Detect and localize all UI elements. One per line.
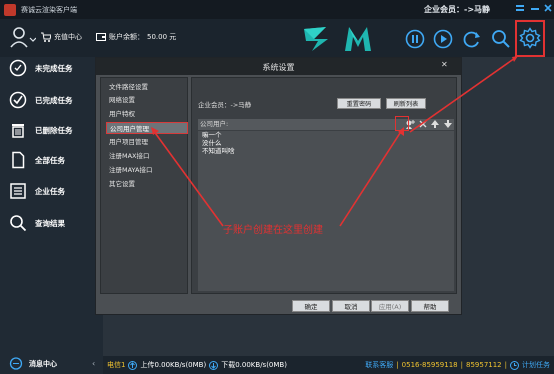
annotation-arrows bbox=[151, 56, 518, 227]
arrowhead-settings bbox=[512, 56, 518, 62]
arrow-to-settings bbox=[409, 57, 516, 133]
arrow-to-nav bbox=[152, 129, 224, 227]
arrow-to-add-user bbox=[339, 129, 403, 227]
